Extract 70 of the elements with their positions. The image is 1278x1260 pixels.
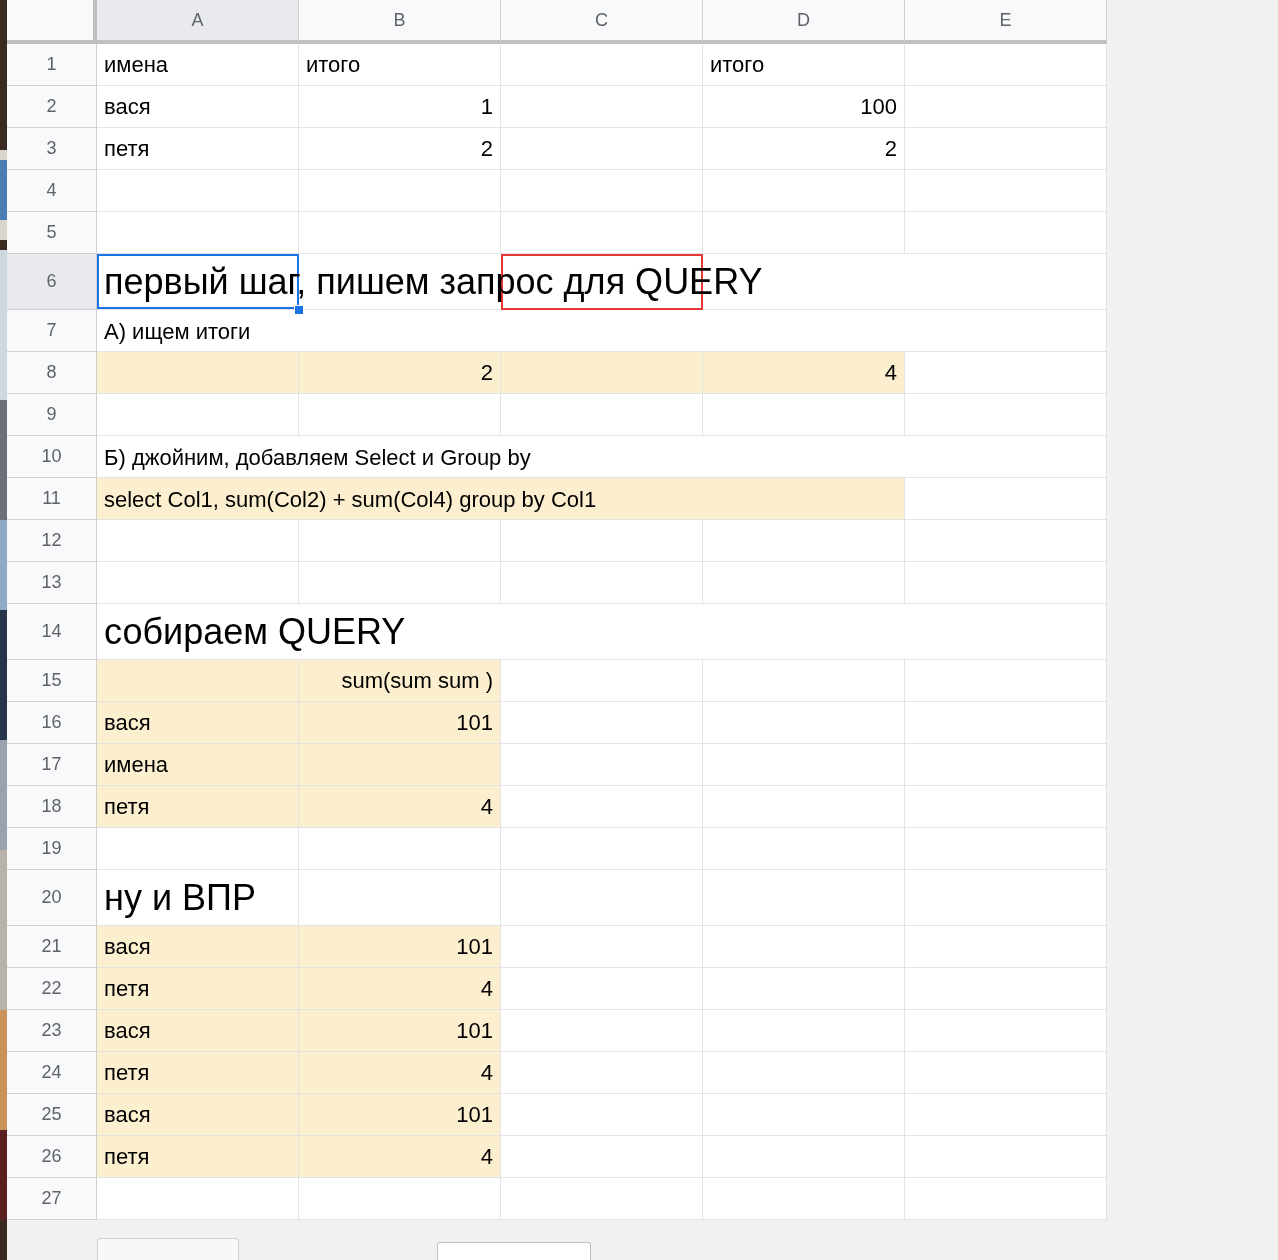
row-header[interactable]: 19 (7, 828, 97, 870)
row-header[interactable]: 10 (7, 436, 97, 478)
row-header[interactable]: 7 (7, 310, 97, 352)
table-cell: 1 (299, 86, 501, 128)
table-cell: 4 (299, 1136, 501, 1178)
row-header[interactable]: 4 (7, 170, 97, 212)
row-header[interactable]: 3 (7, 128, 97, 170)
row-header[interactable]: 14 (7, 604, 97, 660)
table-cell: 4 (299, 786, 501, 828)
table-cell: петя (97, 968, 299, 1010)
table-cell: итого (299, 44, 501, 86)
row-header[interactable]: 15 (7, 660, 97, 702)
table-cell: имена (97, 44, 299, 86)
table-cell: вася (97, 1094, 299, 1136)
row-header[interactable]: 8 (7, 352, 97, 394)
sheet-button[interactable] (97, 1238, 239, 1260)
table-cell: 4 (299, 968, 501, 1010)
table-cell: итого (703, 44, 905, 86)
input-field[interactable] (437, 1242, 591, 1260)
row-header[interactable]: 26 (7, 1136, 97, 1178)
row-header[interactable]: 27 (7, 1178, 97, 1220)
table-cell: петя (97, 1052, 299, 1094)
table-cell: 101 (299, 1010, 501, 1052)
row-header[interactable]: 25 (7, 1094, 97, 1136)
cell-text: Б) джойним, добавляем Select и Group by (104, 443, 531, 472)
table-cell: вася (97, 702, 299, 744)
table-cell: петя (97, 1136, 299, 1178)
cell-text: select Col1, sum(Col2) + sum(Col4) group by Col1 (104, 485, 597, 514)
table-cell: 4 (703, 352, 905, 394)
row-header[interactable]: 22 (7, 968, 97, 1010)
table-cell: петя (97, 128, 299, 170)
table-cell: 2 (299, 128, 501, 170)
column-header[interactable]: B (299, 0, 501, 44)
column-header[interactable]: D (703, 0, 905, 44)
row-header[interactable]: 12 (7, 520, 97, 562)
row-header[interactable]: 5 (7, 212, 97, 254)
table-cell: 101 (299, 1094, 501, 1136)
row-header[interactable]: 13 (7, 562, 97, 604)
table-cell: петя (97, 786, 299, 828)
row-header[interactable]: 16 (7, 702, 97, 744)
table-cell: 2 (299, 352, 501, 394)
row-header[interactable]: 9 (7, 394, 97, 436)
table-cell: 101 (299, 926, 501, 968)
table-cell: вася (97, 1010, 299, 1052)
table-cell: 2 (703, 128, 905, 170)
table-cell: имена (97, 744, 299, 786)
table-cell: 4 (299, 1052, 501, 1094)
cell-text: А) ищем итоги (104, 317, 251, 346)
row-header[interactable]: 24 (7, 1052, 97, 1094)
table-cell: вася (97, 86, 299, 128)
table-cell: ну и ВПР (97, 870, 299, 926)
row-header[interactable]: 20 (7, 870, 97, 926)
cell-text: собираем QUERY (104, 610, 406, 654)
row-header[interactable]: 11 (7, 478, 97, 520)
column-header[interactable]: C (501, 0, 703, 44)
row-header[interactable]: 6 (7, 254, 97, 310)
row-header[interactable]: 21 (7, 926, 97, 968)
row-header[interactable]: 23 (7, 1010, 97, 1052)
table-cell: sum(sum sum ) (299, 660, 501, 702)
row-header[interactable]: 2 (7, 86, 97, 128)
table-cell: 101 (299, 702, 501, 744)
fill-handle[interactable] (294, 305, 304, 315)
column-header[interactable]: A (97, 0, 299, 44)
row-header[interactable]: 1 (7, 44, 97, 86)
table-cell: 100 (703, 86, 905, 128)
table-cell: вася (97, 926, 299, 968)
row-header[interactable]: 18 (7, 786, 97, 828)
column-header[interactable]: E (905, 0, 1107, 44)
row-header[interactable]: 17 (7, 744, 97, 786)
select-all-corner[interactable] (7, 0, 97, 44)
